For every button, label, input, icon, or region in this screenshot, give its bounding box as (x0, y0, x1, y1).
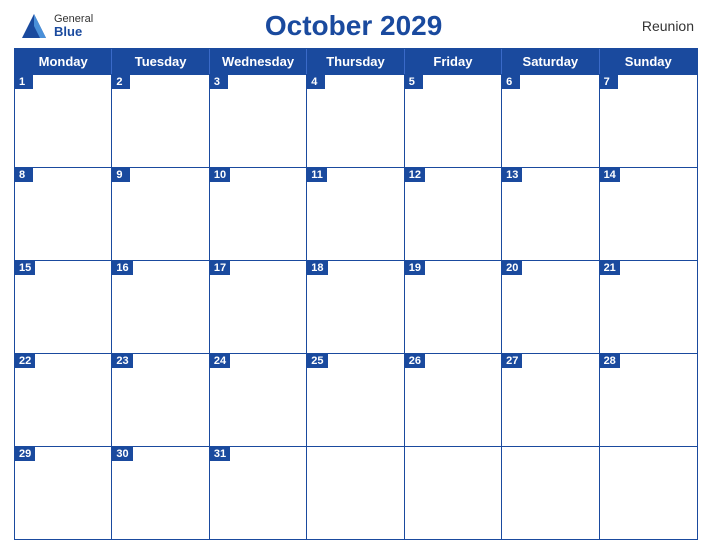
date-num-4: 4 (307, 75, 325, 89)
date-num-31: 31 (210, 447, 230, 461)
date-num-6: 6 (502, 75, 520, 89)
cal-cell-6[interactable]: 6 (502, 75, 599, 167)
cal-cell-empty[interactable] (307, 447, 404, 539)
date-num-5: 5 (405, 75, 423, 89)
calendar: Monday Tuesday Wednesday Thursday Friday… (14, 48, 698, 540)
date-num-26: 26 (405, 354, 425, 368)
cal-cell-23[interactable]: 23 (112, 354, 209, 446)
cal-cell-empty[interactable] (502, 447, 599, 539)
date-num-29: 29 (15, 447, 35, 461)
cal-cell-19[interactable]: 19 (405, 261, 502, 353)
cal-cell-27[interactable]: 27 (502, 354, 599, 446)
cal-cell-31[interactable]: 31 (210, 447, 307, 539)
week-row-1: 1 2 3 4 5 6 7 (15, 74, 697, 167)
header-tuesday: Tuesday (112, 49, 209, 74)
date-num-8: 8 (15, 168, 33, 182)
date-num-10: 10 (210, 168, 230, 182)
header-thursday: Thursday (307, 49, 404, 74)
date-num-2: 2 (112, 75, 130, 89)
date-num-22: 22 (15, 354, 35, 368)
cal-cell-4[interactable]: 4 (307, 75, 404, 167)
date-num-21: 21 (600, 261, 620, 275)
cal-cell-10[interactable]: 10 (210, 168, 307, 260)
date-num-3: 3 (210, 75, 228, 89)
date-num-30: 30 (112, 447, 132, 461)
cal-cell-empty[interactable] (600, 447, 697, 539)
cal-cell-13[interactable]: 13 (502, 168, 599, 260)
date-num-14: 14 (600, 168, 620, 182)
logo-text: General Blue (54, 13, 93, 39)
cal-cell-1[interactable]: 1 (15, 75, 112, 167)
date-num-24: 24 (210, 354, 230, 368)
date-num-7: 7 (600, 75, 618, 89)
date-num-9: 9 (112, 168, 130, 182)
date-num-1: 1 (15, 75, 33, 89)
cal-cell-25[interactable]: 25 (307, 354, 404, 446)
cal-cell-7[interactable]: 7 (600, 75, 697, 167)
cal-cell-24[interactable]: 24 (210, 354, 307, 446)
cal-cell-17[interactable]: 17 (210, 261, 307, 353)
calendar-header-row: Monday Tuesday Wednesday Thursday Friday… (15, 49, 697, 74)
date-num-25: 25 (307, 354, 327, 368)
cal-cell-16[interactable]: 16 (112, 261, 209, 353)
cal-cell-3[interactable]: 3 (210, 75, 307, 167)
cal-cell-9[interactable]: 9 (112, 168, 209, 260)
week-row-3: 15 16 17 18 19 20 21 (15, 260, 697, 353)
date-num-18: 18 (307, 261, 327, 275)
date-num-11: 11 (307, 168, 327, 182)
region-label: Reunion (614, 18, 694, 34)
cal-cell-18[interactable]: 18 (307, 261, 404, 353)
title-area: October 2029 (93, 10, 614, 42)
cal-cell-11[interactable]: 11 (307, 168, 404, 260)
header-saturday: Saturday (502, 49, 599, 74)
logo: General Blue (18, 10, 93, 42)
date-num-19: 19 (405, 261, 425, 275)
calendar-body: 1234567891011121314151617181920212223242… (15, 74, 697, 539)
cal-cell-14[interactable]: 14 (600, 168, 697, 260)
header-friday: Friday (405, 49, 502, 74)
cal-cell-15[interactable]: 15 (15, 261, 112, 353)
date-num-16: 16 (112, 261, 132, 275)
date-num-12: 12 (405, 168, 425, 182)
cal-cell-22[interactable]: 22 (15, 354, 112, 446)
cal-cell-empty[interactable] (405, 447, 502, 539)
cal-cell-8[interactable]: 8 (15, 168, 112, 260)
calendar-title: October 2029 (265, 10, 442, 41)
date-num-13: 13 (502, 168, 522, 182)
cal-cell-2[interactable]: 2 (112, 75, 209, 167)
cal-cell-28[interactable]: 28 (600, 354, 697, 446)
header: General Blue October 2029 Reunion (14, 10, 698, 42)
date-num-20: 20 (502, 261, 522, 275)
cal-cell-5[interactable]: 5 (405, 75, 502, 167)
logo-blue-text: Blue (54, 25, 93, 39)
header-monday: Monday (15, 49, 112, 74)
week-row-4: 22 23 24 25 26 27 28 (15, 353, 697, 446)
cal-cell-20[interactable]: 20 (502, 261, 599, 353)
date-num-28: 28 (600, 354, 620, 368)
date-num-17: 17 (210, 261, 230, 275)
header-sunday: Sunday (600, 49, 697, 74)
week-row-5: 29 30 31 (15, 446, 697, 539)
date-num-15: 15 (15, 261, 35, 275)
date-num-23: 23 (112, 354, 132, 368)
cal-cell-12[interactable]: 12 (405, 168, 502, 260)
cal-cell-29[interactable]: 29 (15, 447, 112, 539)
logo-icon (18, 10, 50, 42)
calendar-page: General Blue October 2029 Reunion Monday… (0, 0, 712, 550)
header-wednesday: Wednesday (210, 49, 307, 74)
cal-cell-30[interactable]: 30 (112, 447, 209, 539)
cal-cell-21[interactable]: 21 (600, 261, 697, 353)
date-num-27: 27 (502, 354, 522, 368)
cal-cell-26[interactable]: 26 (405, 354, 502, 446)
week-row-2: 8 9 10 11 12 13 14 (15, 167, 697, 260)
